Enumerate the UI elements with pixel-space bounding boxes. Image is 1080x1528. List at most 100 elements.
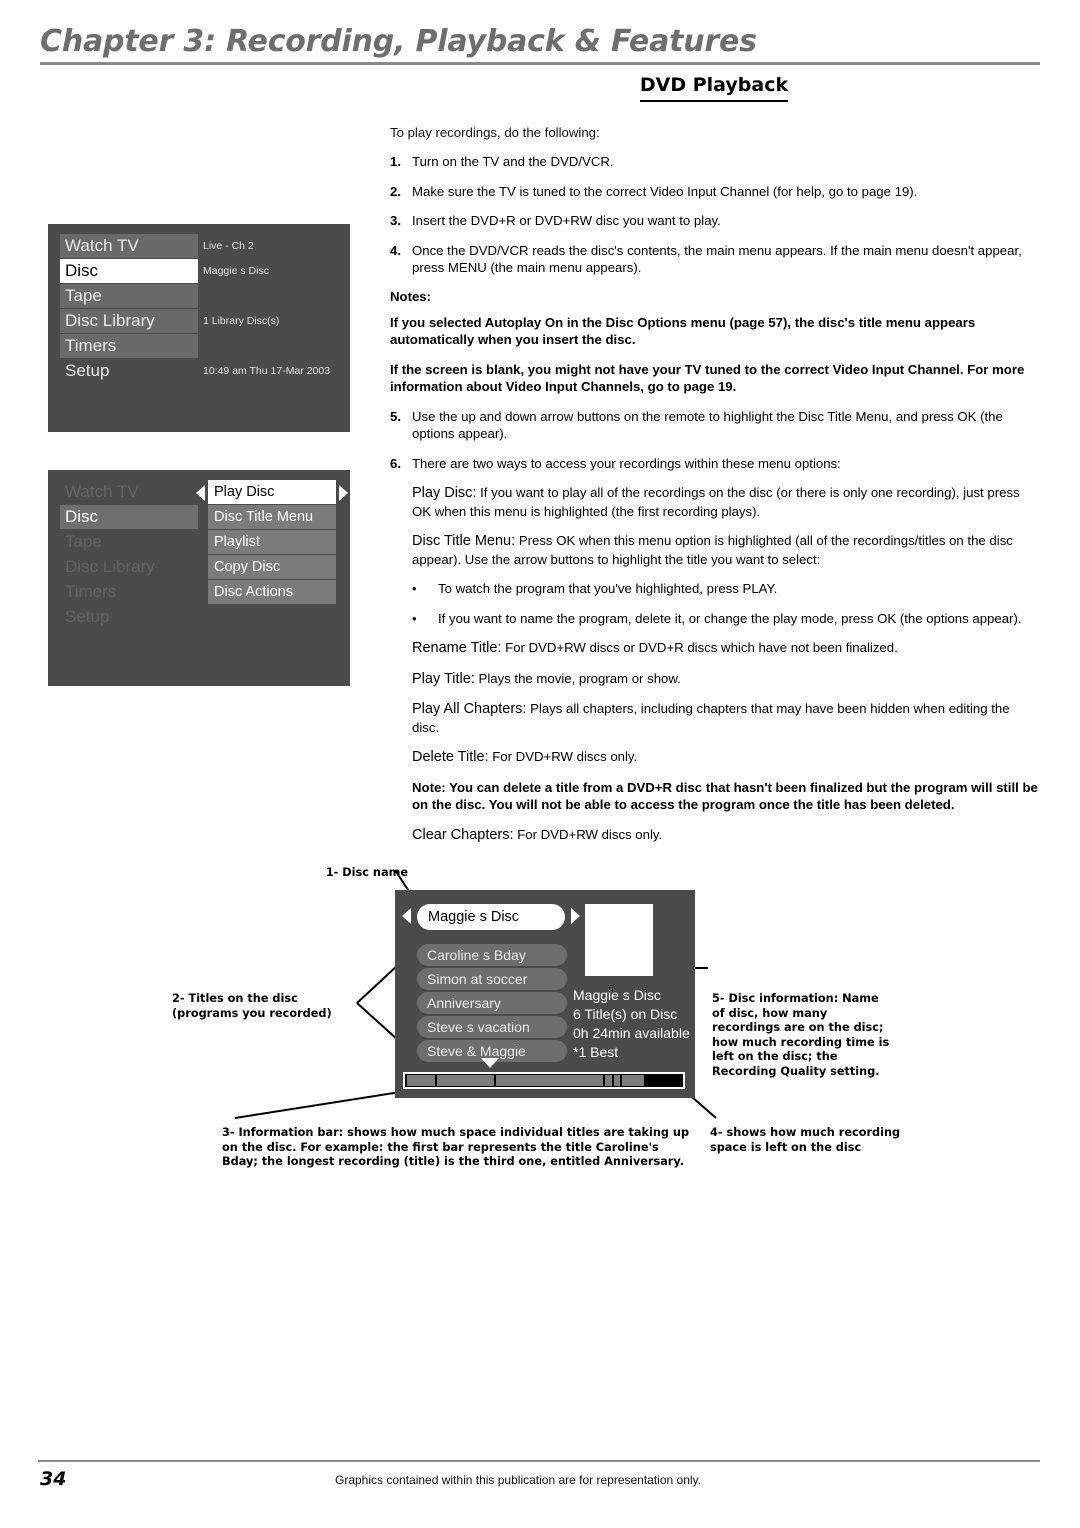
note-blank-screen: If the screen is blank, you might not ha…: [390, 361, 1025, 395]
definition-term: Clear Chapters:: [412, 826, 514, 843]
definition-term: Disc Title Menu:: [412, 533, 516, 549]
list-item: 2. Make sure the TV is tuned to the corr…: [390, 183, 1038, 201]
chevron-left-icon: [196, 485, 205, 501]
status-watch-tv: Live - Ch 2: [203, 240, 254, 252]
title-item-simon[interactable]: Simon at soccer: [417, 968, 567, 990]
bullet-text: If you want to name the program, delete …: [438, 610, 1022, 626]
footer-note: Graphics contained within this publicati…: [335, 1473, 701, 1487]
menu-item-setup[interactable]: Setup: [60, 605, 198, 629]
submenu-item-disc-actions[interactable]: Disc Actions: [208, 580, 336, 604]
step-number: 1.: [390, 154, 401, 169]
info-bar-segment: [437, 1075, 494, 1086]
list-item: • To watch the program that you've highl…: [390, 580, 1038, 598]
disc-name-field[interactable]: Maggie s Disc: [417, 904, 565, 930]
disc-information-panel: Maggie s Disc 6 Title(s) on Disc 0h 24mi…: [573, 986, 690, 1062]
step-number: 5.: [390, 408, 401, 424]
section-title-text: DVD Playback: [639, 74, 789, 96]
step-text: Insert the DVD+R or DVD+RW disc you want…: [412, 213, 721, 228]
menu-item-disc-library[interactable]: Disc Library: [60, 309, 198, 333]
menu-item-timers[interactable]: Timers: [60, 580, 198, 604]
menu-item-timers[interactable]: Timers: [60, 334, 198, 358]
info-bar-segment: [605, 1075, 612, 1086]
step-text: There are two ways to access your record…: [412, 455, 841, 471]
definition-rename-title: Rename Title: For DVD+RW discs or DVD+R …: [390, 639, 1038, 658]
main-menu-status-list: Live - Ch 2 Maggie s Disc 1 Library Disc…: [203, 234, 348, 384]
disc-info-quality: *1 Best: [573, 1044, 619, 1060]
menu-item-setup[interactable]: Setup: [60, 359, 198, 383]
title-thumbnail: [585, 904, 653, 976]
status-disc-library: 1 Library Disc(s): [203, 315, 280, 327]
chapter-header: Chapter 3: Recording, Playback & Feature…: [40, 24, 1040, 65]
step-number: 3.: [390, 213, 401, 228]
definition-term: Delete Title:: [412, 749, 489, 765]
list-item: 3. Insert the DVD+R or DVD+RW disc you w…: [390, 212, 1038, 230]
tv-main-menu-screenshot: Watch TV Disc Tape Disc Library Timers S…: [48, 224, 350, 432]
definition-text: For DVD+RW discs only.: [488, 749, 638, 764]
info-bar-segment: [407, 1075, 435, 1086]
page-number: 34: [40, 1468, 67, 1490]
submenu-item-disc-title-menu[interactable]: Disc Title Menu: [208, 505, 336, 529]
page-title: Chapter 3: Recording, Playback & Feature…: [40, 24, 757, 59]
definition-term: Play Disc:: [412, 485, 477, 501]
menu-item-disc[interactable]: Disc: [60, 505, 198, 529]
menu-item-tape[interactable]: Tape: [60, 284, 198, 308]
bullet-text: To watch the program that you've highlig…: [438, 581, 778, 596]
definition-text: Plays the movie, program or show.: [474, 670, 681, 686]
menu-item-watch-tv[interactable]: Watch TV: [60, 480, 198, 504]
list-item: 4. Once the DVD/VCR reads the disc's con…: [390, 242, 1038, 277]
submenu-item-playlist[interactable]: Playlist: [208, 530, 336, 554]
step-number: 2.: [390, 183, 401, 199]
disc-info-name: Maggie s Disc: [573, 987, 661, 1003]
information-bar: [403, 1072, 685, 1089]
main-content-column: DVD Playback To play recordings, do the …: [390, 74, 1038, 856]
definition-term: Play Title:: [412, 670, 475, 687]
intro-paragraph: To play recordings, do the following:: [390, 125, 600, 140]
note-autoplay: If you selected Autoplay On in the Disc …: [390, 314, 976, 348]
definition-disc-title-menu: Disc Title Menu: Press OK when this menu…: [390, 532, 1038, 568]
definition-clear-chapters: Clear Chapters: For DVD+RW discs only.: [390, 826, 1038, 845]
step-number: 6.: [390, 455, 401, 471]
chevron-right-icon[interactable]: [571, 908, 580, 924]
notes-label: Notes:: [390, 288, 432, 304]
status-disc: Maggie s Disc: [203, 265, 269, 277]
status-tape: [203, 284, 348, 309]
status-setup-clock: 10:49 am Thu 17-Mar 2003: [203, 365, 331, 377]
section-heading: DVD Playback: [390, 74, 1038, 102]
bullet-icon: •: [412, 581, 417, 596]
menu-item-disc-library[interactable]: Disc Library: [60, 555, 198, 579]
definition-text: For DVD+RW discs or DVD+R discs which ha…: [501, 640, 898, 655]
menu-item-watch-tv[interactable]: Watch TV: [60, 234, 198, 258]
definition-play-title: Play Title: Plays the movie, program or …: [390, 670, 1038, 689]
definition-text: For DVD+RW discs only.: [513, 826, 663, 842]
chevron-left-icon[interactable]: [402, 908, 411, 924]
menu-item-tape[interactable]: Tape: [60, 530, 198, 554]
callout-titles: 2- Titles on the disc (programs you reco…: [172, 992, 332, 1020]
submenu-item-copy-disc[interactable]: Copy Disc: [208, 555, 336, 579]
callout-information-bar: 3- Information bar: shows how much space…: [222, 1126, 690, 1168]
list-item: 5. Use the up and down arrow buttons on …: [390, 408, 1038, 443]
callout-disc-information: 5- Disc information: Name of disc, how m…: [712, 992, 890, 1078]
title-item-anniversary[interactable]: Anniversary: [417, 992, 567, 1014]
title-item-steve-vacation[interactable]: Steve s vacation: [417, 1016, 567, 1038]
note-delete-title: Note: You can delete a title from a DVD+…: [412, 779, 1038, 813]
scroll-down-icon[interactable]: [481, 1058, 499, 1068]
list-item: • If you want to name the program, delet…: [390, 610, 1038, 628]
header-divider: [40, 62, 1040, 65]
footer-divider: [38, 1460, 1040, 1462]
main-menu-list: Watch TV Disc Tape Disc Library Timers S…: [60, 234, 198, 384]
tv-disc-submenu-screenshot: Watch TV Disc Tape Disc Library Timers S…: [48, 470, 350, 686]
submenu-item-play-disc[interactable]: Play Disc: [208, 480, 336, 504]
step-text: Make sure the TV is tuned to the correct…: [412, 183, 918, 199]
info-bar-segment: [496, 1075, 603, 1086]
title-item-caroline[interactable]: Caroline s Bday: [417, 944, 567, 966]
callout-disc-name: 1- Disc name: [325, 866, 408, 879]
status-timers: [203, 334, 348, 359]
step-text: Use the up and down arrow buttons on the…: [412, 408, 1003, 442]
info-bar-segment: [622, 1075, 644, 1086]
chevron-right-icon: [339, 485, 348, 501]
list-item: 1. Turn on the TV and the DVD/VCR.: [390, 153, 1038, 171]
definition-play-all-chapters: Play All Chapters: Plays all chapters, i…: [390, 700, 1038, 736]
step-text: Turn on the TV and the DVD/VCR.: [412, 154, 614, 169]
menu-item-disc[interactable]: Disc: [60, 259, 198, 283]
disc-info-available-time: 0h 24min available: [573, 1025, 690, 1041]
